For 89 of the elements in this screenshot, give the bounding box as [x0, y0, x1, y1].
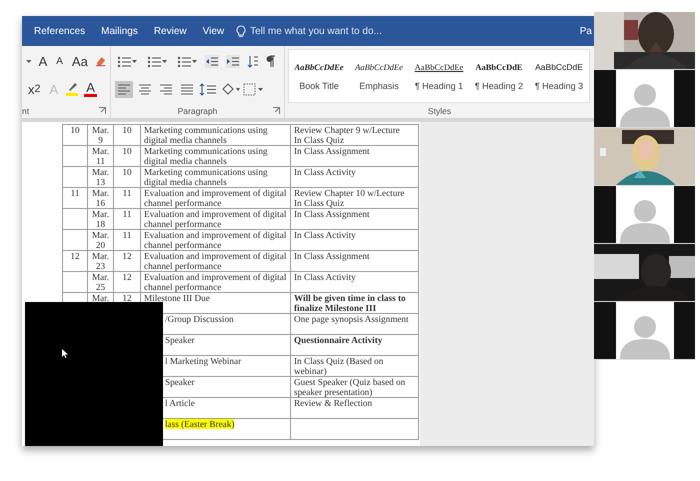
table-cell: Will be given time in class to finalize Milestone III	[294, 293, 406, 313]
table-cell: Review Chapter 9 w/Lecture In Class Quiz	[294, 125, 400, 145]
table-cell: Mar. 18	[92, 209, 110, 229]
table-cell: Milestone III Due	[144, 293, 210, 303]
font-grow-button[interactable]: A	[36, 54, 50, 68]
table-cell: 12	[122, 251, 132, 261]
change-case-button[interactable]: Aa	[70, 54, 90, 68]
table-cell: Evaluation and improvement of digital channel performance	[144, 272, 286, 292]
group-label: Styles	[428, 106, 452, 116]
table-cell: Mar. 16	[92, 188, 110, 208]
table-cell: Evaluation and improvement of digital channel performance	[144, 209, 286, 229]
table-cell: 10	[70, 125, 80, 135]
table-cell: Mar. 9	[92, 125, 110, 145]
group-label: nt	[22, 106, 30, 116]
numbering-button[interactable]	[145, 54, 168, 68]
align-right-icon	[159, 82, 173, 96]
table-cell: Speaker	[165, 335, 195, 345]
eraser-icon[interactable]	[94, 55, 106, 67]
table-cell: In Class Activity	[294, 167, 356, 177]
table-cell: 12	[122, 272, 132, 282]
table-cell: 12	[70, 251, 80, 261]
table-cell: Marketing communications using digital media channels	[144, 146, 268, 166]
table-cell: Mar. 25	[92, 272, 110, 292]
group-label: Paragraph	[178, 106, 218, 116]
bullets-button[interactable]	[115, 54, 138, 68]
table-cell: In Class Assignment	[294, 209, 370, 219]
font-shrink-button[interactable]: A	[54, 56, 65, 66]
dialog-launcher-icon[interactable]	[99, 107, 106, 114]
style-option[interactable]: AaBbCcDdE ¶ Heading 2	[469, 50, 529, 102]
table-cell: Review Chapter 10 w/Lecture In Class Quiz	[294, 188, 404, 208]
table-cell: Marketing communications using digital media channels	[144, 125, 268, 145]
pilcrow-icon[interactable]	[266, 54, 275, 68]
table-cell: 10	[122, 125, 132, 135]
style-option[interactable]: AaBbCcDdEe Emphasis	[349, 50, 409, 102]
table-cell: 11	[122, 209, 132, 219]
table-cell: Evaluation and improvement of digital channel performance	[144, 188, 286, 208]
style-option[interactable]: AaBbCcDdEe ¶ Heading 1	[409, 50, 469, 102]
table-cell: In Class Assignment	[294, 251, 370, 261]
table-cell: lass (Easter Break)	[165, 419, 234, 429]
dialog-launcher-icon[interactable]	[273, 107, 280, 114]
align-left-icon	[117, 82, 131, 96]
table-cell: /Group Discussion	[165, 314, 234, 324]
increase-indent-icon[interactable]	[226, 54, 240, 68]
style-option[interactable]: AaBbCcDdE ¶ Heading 3	[529, 50, 589, 102]
ribbon-tab[interactable]: Review	[146, 26, 195, 36]
table-cell: In Class Quiz (Based on webinar)	[294, 356, 384, 376]
highlighter-icon[interactable]	[65, 82, 80, 96]
table-cell: In Class Activity	[294, 230, 356, 240]
table-cell: Mar. 13	[92, 167, 110, 187]
table-cell: l Marketing Webinar	[165, 356, 242, 366]
table-cell: Evaluation and improvement of digital channel performance	[144, 251, 286, 271]
table-cell: One page synopsis Assignment	[294, 314, 409, 324]
account-name[interactable]: Pa	[580, 26, 594, 36]
table-cell: Mar.	[92, 293, 110, 303]
bullets-icon	[116, 55, 132, 67]
table-cell: Questionnaire Activity	[294, 335, 382, 345]
mouse-pointer-icon	[62, 349, 68, 358]
ribbon-tab[interactable]: Mailings	[93, 26, 146, 36]
table-cell: In Class Activity	[294, 272, 356, 282]
table-cell: l Article	[165, 398, 195, 408]
table-cell: 11	[70, 188, 80, 198]
ribbon-tab[interactable]: View	[194, 26, 232, 36]
table-cell: Marketing communications using digital media channels	[144, 167, 268, 187]
table-cell: 10	[122, 167, 132, 177]
lightbulb-icon[interactable]	[236, 24, 246, 38]
table-cell: In Class Assignment	[294, 146, 370, 156]
tell-me-field[interactable]: Tell me what you want to do...	[250, 26, 382, 36]
table-cell: Mar. 23	[92, 251, 110, 271]
borders-icon[interactable]	[243, 82, 263, 96]
align-justify-icon	[180, 82, 194, 96]
multilevel-list-button[interactable]	[175, 54, 198, 68]
table-cell: 10	[122, 146, 132, 156]
align-center-icon	[138, 82, 152, 96]
line-spacing-icon[interactable]	[199, 82, 217, 96]
sort-icon[interactable]	[247, 54, 259, 68]
table-cell: 12	[122, 293, 132, 303]
decrease-indent-icon[interactable]	[205, 54, 219, 68]
table-cell: 11	[122, 188, 132, 198]
table-cell: Review & Reflection	[294, 398, 372, 408]
table-cell: Evaluation and improvement of digital channel performance	[144, 230, 286, 250]
font-color-button[interactable]: A	[84, 82, 97, 96]
table-cell: Mar. 11	[92, 146, 110, 166]
align-left-button[interactable]	[115, 80, 133, 98]
table-cell: Speaker	[165, 377, 195, 387]
table-cell: Mar. 20	[92, 230, 110, 250]
ribbon-tab[interactable]: References	[26, 26, 94, 36]
style-option[interactable]: AaBbCcDdEe Book Title	[289, 50, 349, 102]
table-cell: 11	[122, 230, 132, 240]
table-cell: Guest Speaker (Quiz based on speaker presentation)	[294, 377, 406, 397]
